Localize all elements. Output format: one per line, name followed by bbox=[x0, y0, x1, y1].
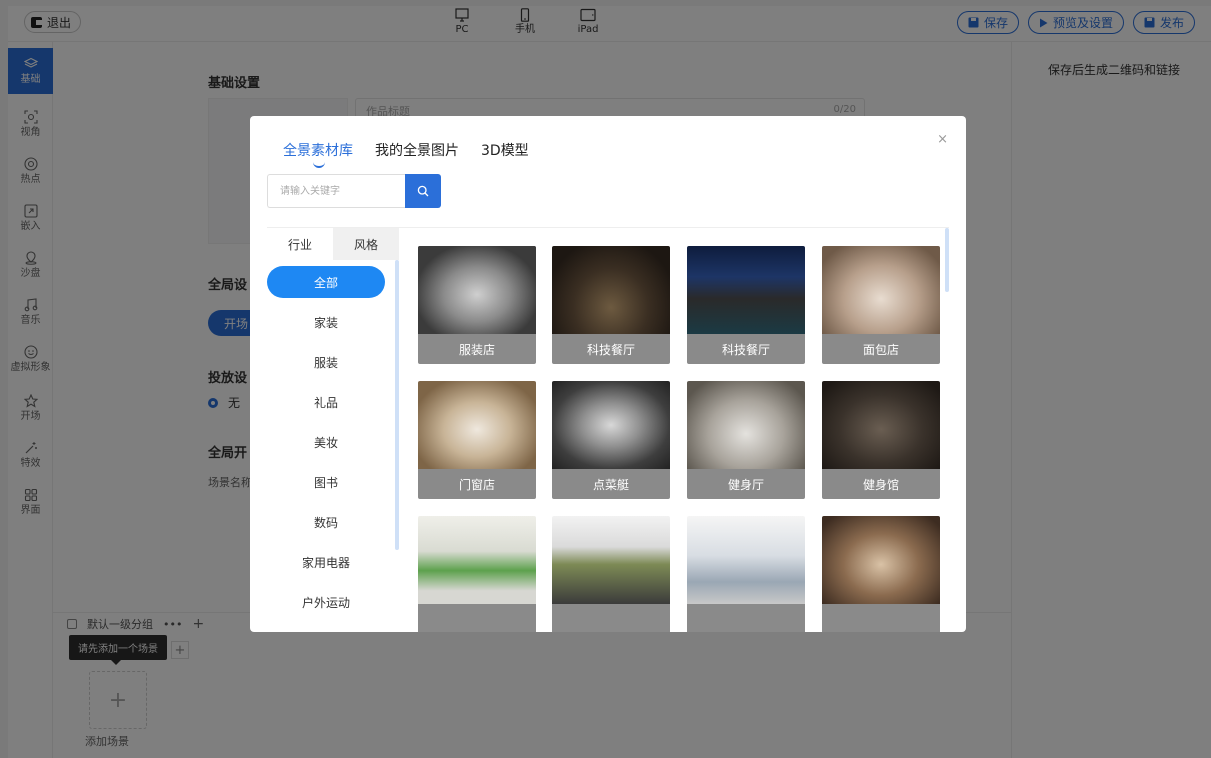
panorama-card[interactable]: 健身厅 bbox=[687, 381, 805, 499]
panorama-label: 健身馆 bbox=[822, 469, 940, 499]
modal-tabs: 全景素材库 我的全景图片 3D模型 bbox=[283, 140, 529, 168]
panorama-card[interactable] bbox=[822, 516, 940, 632]
panorama-card[interactable] bbox=[418, 516, 536, 632]
panorama-card[interactable]: 科技餐厅 bbox=[552, 246, 670, 364]
panorama-label: 服装店 bbox=[418, 334, 536, 364]
panorama-thumbnail bbox=[822, 246, 940, 334]
panorama-card[interactable]: 科技餐厅 bbox=[687, 246, 805, 364]
category-beauty[interactable]: 美妆 bbox=[267, 426, 385, 458]
panorama-label: 点菜艇 bbox=[552, 469, 670, 499]
panorama-card[interactable] bbox=[552, 516, 670, 632]
search-input[interactable] bbox=[267, 174, 405, 208]
panorama-label bbox=[418, 604, 536, 632]
panorama-card[interactable]: 服装店 bbox=[418, 246, 536, 364]
panorama-label: 健身厅 bbox=[687, 469, 805, 499]
category-appliances[interactable]: 家用电器 bbox=[267, 546, 385, 578]
panorama-card[interactable]: 点菜艇 bbox=[552, 381, 670, 499]
tab-my-panoramas[interactable]: 我的全景图片 bbox=[375, 140, 459, 160]
search-icon bbox=[417, 185, 429, 197]
category-home-decor[interactable]: 家装 bbox=[267, 306, 385, 338]
panorama-label bbox=[822, 604, 940, 632]
panorama-thumbnail bbox=[822, 381, 940, 469]
panorama-card[interactable]: 健身馆 bbox=[822, 381, 940, 499]
category-books[interactable]: 图书 bbox=[267, 466, 385, 498]
panorama-thumbnail bbox=[687, 381, 805, 469]
panorama-card[interactable]: 面包店 bbox=[822, 246, 940, 364]
category-scrollbar[interactable] bbox=[395, 260, 399, 550]
category-outdoor[interactable]: 户外运动 bbox=[267, 586, 385, 618]
panorama-thumbnail bbox=[418, 381, 536, 469]
panorama-label bbox=[687, 604, 805, 632]
panorama-label: 科技餐厅 bbox=[687, 334, 805, 364]
category-all[interactable]: 全部 bbox=[267, 266, 385, 298]
panorama-thumbnail bbox=[552, 246, 670, 334]
category-tabs: 行业 风格 bbox=[267, 228, 399, 260]
category-list: 全部 家装 服装 礼品 美妆 图书 数码 家用电器 户外运动 bbox=[267, 266, 399, 626]
tab-panorama-library[interactable]: 全景素材库 bbox=[283, 140, 353, 168]
category-gifts[interactable]: 礼品 bbox=[267, 386, 385, 418]
panorama-card[interactable]: 门窗店 bbox=[418, 381, 536, 499]
category-tab-industry[interactable]: 行业 bbox=[267, 228, 333, 260]
category-panel: 行业 风格 全部 家装 服装 礼品 美妆 图书 数码 家用电器 户外运动 bbox=[267, 228, 399, 632]
grid-scrollbar[interactable] bbox=[945, 228, 949, 292]
close-icon[interactable]: × bbox=[937, 132, 948, 147]
panorama-thumbnail bbox=[552, 516, 670, 604]
category-digital[interactable]: 数码 bbox=[267, 506, 385, 538]
category-clothing[interactable]: 服装 bbox=[267, 346, 385, 378]
panorama-library-modal: × 全景素材库 我的全景图片 3D模型 行业 风格 全部 家装 服装 礼品 美妆… bbox=[250, 116, 966, 632]
panorama-grid: 服装店 科技餐厅 科技餐厅 面包店 门窗店 点菜艇 健身厅 健身馆 bbox=[418, 246, 940, 632]
search-button[interactable] bbox=[405, 174, 441, 208]
category-tab-style[interactable]: 风格 bbox=[333, 228, 399, 260]
panorama-thumbnail bbox=[552, 381, 670, 469]
panorama-label: 门窗店 bbox=[418, 469, 536, 499]
panorama-label bbox=[552, 604, 670, 632]
panorama-card[interactable] bbox=[687, 516, 805, 632]
panorama-thumbnail bbox=[418, 516, 536, 604]
search-bar bbox=[267, 174, 441, 208]
panorama-label: 科技餐厅 bbox=[552, 334, 670, 364]
panorama-thumbnail bbox=[687, 516, 805, 604]
panorama-thumbnail bbox=[418, 246, 536, 334]
panorama-thumbnail bbox=[687, 246, 805, 334]
panorama-label: 面包店 bbox=[822, 334, 940, 364]
tab-3d-models[interactable]: 3D模型 bbox=[481, 140, 529, 160]
panorama-thumbnail bbox=[822, 516, 940, 604]
